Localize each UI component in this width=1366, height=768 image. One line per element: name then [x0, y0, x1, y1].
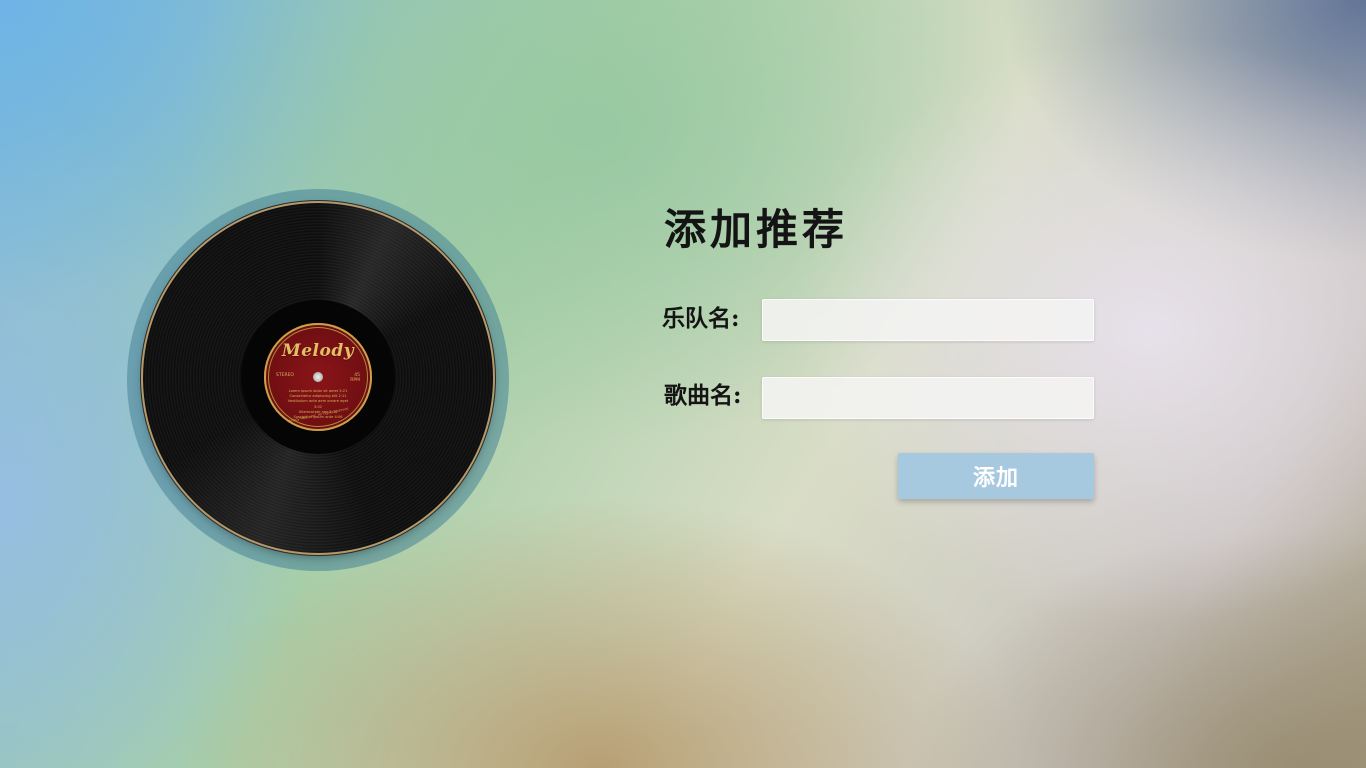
record-spindle-hole	[313, 372, 323, 382]
record-label-left: STEREO	[276, 373, 294, 378]
band-name-label: 乐队名:	[662, 305, 740, 332]
record-brand: Melody	[281, 341, 355, 361]
song-name-label: 歌曲名:	[664, 382, 742, 409]
page-title: 添加推荐	[664, 205, 849, 254]
band-name-input[interactable]	[762, 299, 1094, 341]
vinyl-record-icon: Melody STEREO 45 RPM Lorem ipsum dolor s…	[143, 203, 493, 553]
rpm-text: RPM	[350, 378, 360, 383]
record-halo: Melody STEREO 45 RPM Lorem ipsum dolor s…	[127, 189, 509, 571]
record-label: Melody STEREO 45 RPM Lorem ipsum dolor s…	[264, 323, 372, 431]
add-button[interactable]: 添加	[898, 453, 1094, 499]
record-label-right: 45 RPM	[350, 373, 360, 383]
stereo-text: STEREO	[276, 373, 294, 378]
song-name-input[interactable]	[762, 377, 1094, 419]
